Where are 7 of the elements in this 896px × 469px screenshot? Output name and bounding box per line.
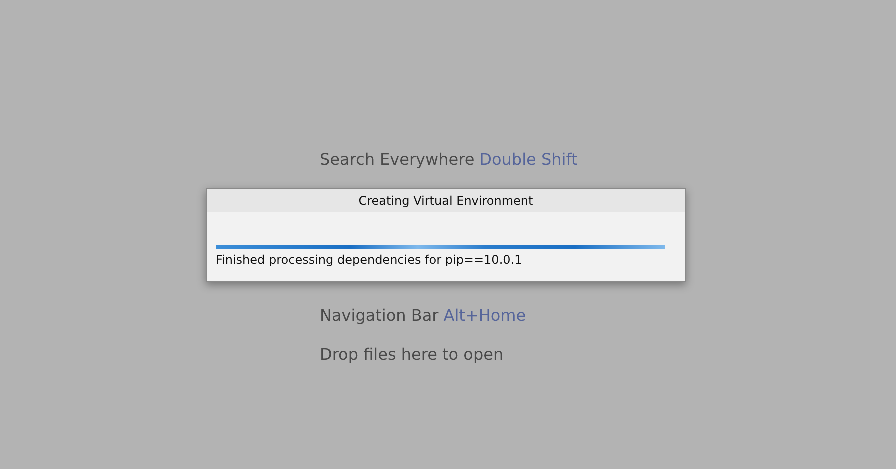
dialog-title: Creating Virtual Environment	[207, 189, 685, 212]
hint-label: Drop files here to open	[320, 345, 504, 364]
hint-label: Navigation Bar	[320, 306, 439, 325]
status-text: Finished processing dependencies for pip==10.0.1	[216, 253, 524, 267]
shortcut-text: Alt+Home	[444, 306, 526, 325]
hint-label: Search Everywhere	[320, 150, 475, 169]
shortcut-text: Double Shift	[480, 150, 578, 169]
